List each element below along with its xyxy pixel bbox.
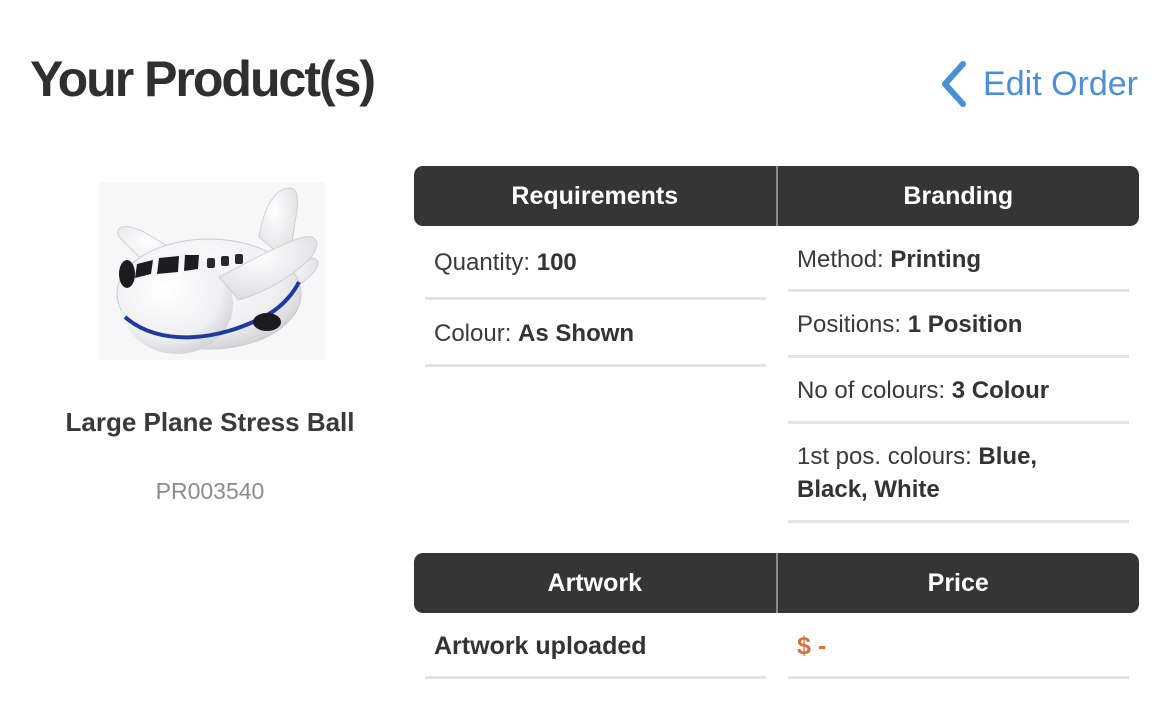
chevron-left-icon: [939, 61, 969, 107]
positions-value: 1 Position: [907, 311, 1023, 338]
quantity-label: Quantity:: [434, 249, 531, 276]
edit-order-link[interactable]: Edit Order: [939, 58, 1138, 110]
requirement-colour-row: Colour: As Shown: [425, 300, 766, 367]
product-code: PR003540: [155, 478, 265, 504]
artwork-header: Artwork: [414, 553, 778, 613]
method-value: Printing: [890, 246, 982, 273]
plane-stress-ball-image: [116, 187, 319, 354]
position-colours-label: 1st pos. colours:: [797, 443, 972, 470]
order-review-page: Your Product(s) Edit Order Large Plane S…: [0, 0, 1170, 719]
requirements-list: Quantity: 100 Colour: As Shown: [425, 226, 766, 367]
requirements-header: Requirements: [414, 166, 778, 226]
branding-positions-row: Positions: 1 Position: [788, 292, 1129, 358]
branding-header: Branding: [903, 181, 1014, 210]
requirement-quantity-row: Quantity: 100: [425, 226, 766, 300]
positions-label: Positions:: [797, 311, 902, 338]
edit-order-label: Edit Order: [983, 65, 1138, 103]
method-label: Method:: [797, 246, 884, 273]
colour-count-label: No of colours:: [797, 377, 946, 404]
colour-label: Colour:: [434, 320, 512, 347]
page-title: Your Product(s): [30, 51, 376, 107]
price-header: Price: [927, 568, 989, 597]
product-image: [99, 182, 325, 360]
branding-colour-count-row: No of colours: 3 Colour: [788, 358, 1129, 424]
quantity-value: 100: [536, 249, 577, 276]
colour-value: As Shown: [518, 320, 635, 347]
colour-count-value: 3 Colour: [951, 377, 1050, 404]
artwork-status: Artwork uploaded: [425, 628, 766, 679]
branding-list: Method: Printing Positions: 1 Position N…: [788, 226, 1129, 523]
artwork-price-header: Artwork Price: [414, 553, 1139, 613]
product-name: Large Plane Stress Ball: [65, 407, 355, 437]
branding-method-row: Method: Printing: [788, 226, 1129, 292]
branding-position-colours-row: 1st pos. colours: Blue, Black, White: [788, 424, 1129, 523]
price-value: $ -: [788, 628, 1129, 679]
requirements-branding-header: Requirements Branding: [414, 166, 1139, 226]
